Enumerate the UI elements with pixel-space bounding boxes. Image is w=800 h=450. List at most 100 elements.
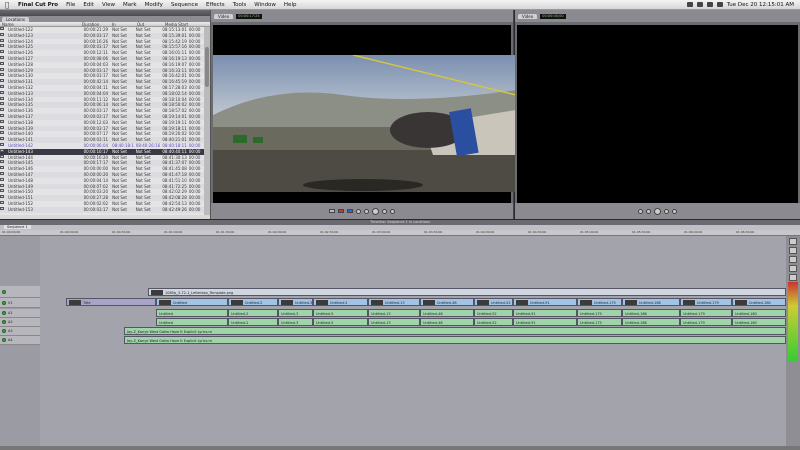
column-name[interactable]: Name	[0, 22, 80, 26]
track-audio-icon[interactable]	[2, 311, 6, 315]
timeline-clip[interactable]: Untitled-5	[313, 309, 368, 317]
browser-scrollbar[interactable]	[204, 27, 210, 215]
timeline-clip[interactable]: Untitled-186	[622, 309, 680, 317]
timeline-clip[interactable]: Untitled-186	[622, 318, 680, 326]
timeline-clip[interactable]: Untitled-2	[228, 298, 278, 306]
timeline-clip[interactable]: Untitled	[156, 309, 228, 317]
viewer-play-button[interactable]	[372, 207, 379, 215]
timeline-clip[interactable]: Untitled-175	[577, 309, 622, 317]
menu-mark[interactable]: Mark	[119, 2, 141, 8]
browser-scroll-thumb[interactable]	[205, 47, 209, 87]
timeline-clip[interactable]: Untitled-3	[278, 298, 313, 306]
timeline-clip[interactable]: Untitled-52	[474, 309, 513, 317]
timeline-clip[interactable]: Untitled-175	[577, 298, 622, 306]
column-in[interactable]: In	[110, 22, 135, 26]
viewer-next-edit-button[interactable]	[390, 208, 395, 214]
track-label-v1[interactable]: V1	[8, 301, 13, 305]
timeline-title-clip[interactable]: Title	[66, 298, 156, 306]
timeline-clip[interactable]: Untitled-180	[732, 298, 786, 306]
viewer-overwrite-button[interactable]	[338, 209, 344, 213]
timeline-clip[interactable]: Untitled-48	[420, 318, 474, 326]
canvas-video-area[interactable]	[517, 25, 798, 207]
track-audio-icon[interactable]	[2, 329, 6, 333]
track-audio-icon[interactable]	[2, 320, 6, 324]
menu-edit[interactable]: Edit	[79, 2, 98, 8]
menu-effects[interactable]: Effects	[202, 2, 229, 8]
viewer-insert-button[interactable]	[347, 209, 353, 213]
timeline-clip[interactable]: Untitled-5	[313, 298, 368, 306]
timeline-clip[interactable]: Untitled-91	[513, 298, 577, 306]
timeline-clip[interactable]: Untitled-175	[577, 318, 622, 326]
viewer-play-around-button[interactable]	[382, 208, 387, 214]
menu-modify[interactable]: Modify	[141, 2, 167, 8]
menu-app[interactable]: Final Cut Pro	[14, 2, 62, 8]
timeline-clip[interactable]: Untitled-180	[732, 309, 786, 317]
wifi-icon[interactable]	[696, 2, 703, 7]
timeline-clip[interactable]: Untitled-2	[228, 309, 278, 317]
timeline-clip[interactable]: Untitled-179	[680, 318, 732, 326]
column-out[interactable]: Out	[135, 22, 163, 26]
timeline-music-clip-a3[interactable]: Jay-Z_Kanye West Gotta Have It Explicit …	[124, 327, 786, 335]
column-media-start[interactable]: Media Start	[163, 22, 191, 26]
menu-view[interactable]: View	[98, 2, 119, 8]
timeline-clip[interactable]: Untitled-180	[732, 318, 786, 326]
canvas-play-around-button[interactable]	[664, 208, 669, 214]
timeline-clip[interactable]: Untitled-91	[513, 309, 577, 317]
canvas-tab-video[interactable]: Video	[518, 13, 538, 19]
volume-icon[interactable]	[706, 2, 713, 7]
timeline-clip[interactable]: Untitled-52	[474, 318, 513, 326]
timeline-clip[interactable]: Untitled-5	[313, 318, 368, 326]
timeline-clip[interactable]: Untitled-179	[680, 309, 732, 317]
track-label-a4[interactable]: A4	[8, 338, 13, 342]
viewer-prev-edit-button[interactable]	[356, 208, 361, 214]
timeline-clip[interactable]: Untitled-13	[368, 309, 420, 317]
timeline-clip[interactable]: Untitled-13	[368, 298, 420, 306]
menu-sequence[interactable]: Sequence	[167, 2, 202, 8]
slip-tool-icon[interactable]	[789, 274, 797, 281]
track-label-a3[interactable]: A3	[8, 329, 13, 333]
apple-icon[interactable]: 	[0, 1, 14, 9]
battery-icon[interactable]	[716, 2, 723, 7]
timeline-current-timecode[interactable]: 01:00:00;00	[2, 230, 20, 234]
timeline-clip[interactable]: Untitled-48	[420, 298, 474, 306]
viewer-play-in-out-button[interactable]	[364, 208, 369, 214]
track-visibility-icon[interactable]	[2, 300, 6, 305]
menu-help[interactable]: Help	[280, 2, 301, 8]
timeline-clip[interactable]: Untitled	[156, 318, 228, 326]
timeline-clip[interactable]: Untitled-179	[680, 298, 732, 306]
timeline-clip[interactable]: Untitled-48	[420, 309, 474, 317]
tab-sequence-1[interactable]: Sequence 1	[4, 225, 31, 229]
canvas-timecode[interactable]: 00:00:00;00	[540, 13, 566, 19]
timeline-clip[interactable]: Untitled-186	[622, 298, 680, 306]
menu-tools[interactable]: Tools	[229, 2, 251, 8]
column-duration[interactable]: Duration	[80, 22, 110, 26]
track-visibility-icon[interactable]	[2, 289, 6, 294]
timeline-clip[interactable]: Untitled-91	[513, 318, 577, 326]
menu-file[interactable]: File	[62, 2, 79, 8]
viewer-timecode[interactable]: 00:00:17:25	[236, 13, 262, 19]
canvas-next-edit-button[interactable]	[672, 208, 677, 214]
timeline-clip[interactable]: Untitled-3	[278, 309, 313, 317]
track-audio-icon[interactable]	[2, 338, 6, 342]
viewer-video-area[interactable]	[213, 25, 516, 207]
column-extra[interactable]	[191, 22, 209, 26]
roll-tool-icon[interactable]	[789, 265, 797, 272]
timeline-music-clip-a4[interactable]: Jay-Z_Kanye West Gotta Have It Explicit …	[124, 336, 786, 344]
timeline-clip[interactable]: Untitled-13	[368, 318, 420, 326]
browser-clip-row[interactable]: Untitled-153 00:00:03:17 Not Set Not Set 08:…	[0, 206, 204, 213]
timeline-graphic-clip[interactable]: 1080p_3-72-1_Letterbox_Template.png	[148, 288, 786, 296]
timeline-clip[interactable]: Untitled-2	[228, 318, 278, 326]
menu-window[interactable]: Window	[250, 2, 280, 8]
canvas-prev-edit-button[interactable]	[638, 208, 643, 214]
timeline-zoom-bar[interactable]	[0, 446, 800, 450]
timeline-clip[interactable]: Untitled	[156, 298, 228, 306]
selection-tool-icon[interactable]	[789, 238, 797, 245]
timeline-clip[interactable]: Untitled-3	[278, 318, 313, 326]
canvas-play-button[interactable]	[654, 207, 661, 215]
track-label-a2[interactable]: A2	[8, 320, 13, 324]
track-select-tool-icon[interactable]	[789, 256, 797, 263]
menu-clock[interactable]: Tue Dec 20 12:15:01 AM	[727, 2, 794, 8]
viewer-tab-video[interactable]: Video	[214, 13, 234, 19]
bluetooth-icon[interactable]	[686, 2, 693, 7]
viewer-mark-in-button[interactable]	[329, 209, 335, 213]
